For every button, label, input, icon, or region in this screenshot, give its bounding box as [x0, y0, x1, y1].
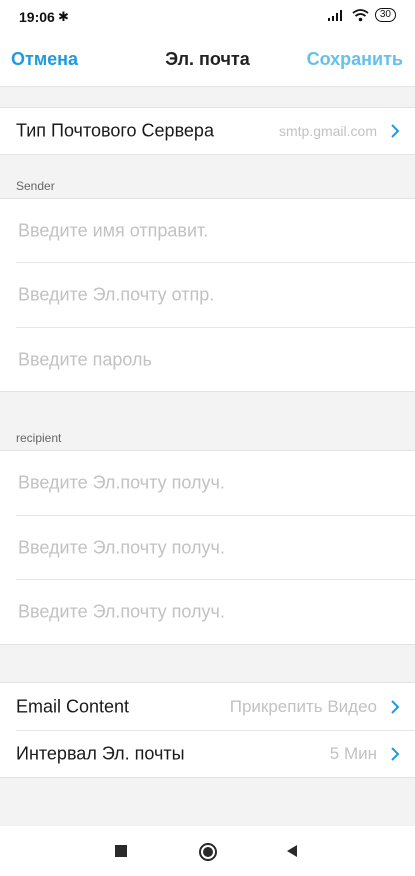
server-type-value: smtp.gmail.com	[278, 123, 377, 139]
save-button[interactable]: Сохранить	[307, 49, 403, 70]
back-icon[interactable]	[284, 843, 300, 859]
email-interval-row[interactable]: Интервал Эл. почты 5 Мин	[16, 731, 415, 777]
bluetooth-icon: ✱	[58, 9, 69, 24]
email-content-value: Прикрепить Видео	[229, 696, 377, 716]
recipient-group: Введите Эл.почту получ. Введите Эл.почту…	[0, 450, 415, 645]
battery-icon: 30	[374, 8, 396, 22]
stop-icon[interactable]	[114, 844, 128, 858]
recipient-section-label: recipient	[16, 431, 62, 445]
settings-group: Email Content Прикрепить Видео Интервал …	[0, 682, 415, 778]
email-interval-value: 5 Мин	[329, 744, 377, 763]
status-time: 19:06	[19, 9, 55, 25]
system-navigation-bar	[0, 826, 415, 876]
chevron-right-icon	[391, 747, 400, 761]
email-content-row[interactable]: Email Content Прикрепить Видео	[16, 683, 415, 731]
navigation-bar: Отмена Эл. почта Сохранить	[0, 34, 415, 87]
chevron-right-icon	[391, 699, 400, 714]
sender-section-label: Sender	[16, 179, 55, 193]
server-type-row[interactable]: Тип Почтового Сервера smtp.gmail.com	[16, 108, 415, 154]
sender-password-field[interactable]: Введите пароль	[16, 328, 415, 391]
sender-name-field[interactable]: Введите имя отправит.	[16, 199, 415, 263]
status-bar: 19:06 ✱ 30	[0, 0, 415, 34]
home-icon[interactable]	[197, 841, 219, 863]
recipient-email-field-1[interactable]: Введите Эл.почту получ.	[16, 451, 415, 516]
server-type-label: Тип Почтового Сервера	[16, 120, 214, 141]
signal-icon	[327, 10, 342, 21]
sender-email-field[interactable]: Введите Эл.почту отпр.	[16, 263, 415, 328]
recipient-email-placeholder: Введите Эл.почту получ.	[18, 537, 225, 557]
recipient-email-field-2[interactable]: Введите Эл.почту получ.	[16, 516, 415, 580]
chevron-right-icon	[391, 124, 400, 138]
sender-name-placeholder: Введите имя отправит.	[18, 220, 209, 240]
wifi-icon	[352, 8, 369, 21]
email-content-label: Email Content	[16, 696, 130, 716]
recipient-email-placeholder: Введите Эл.почту получ.	[18, 472, 225, 493]
server-group: Тип Почтового Сервера smtp.gmail.com	[0, 107, 415, 155]
sender-email-placeholder: Введите Эл.почту отпр.	[18, 284, 215, 305]
recipient-email-placeholder: Введите Эл.почту получ.	[18, 601, 225, 622]
sender-group: Введите имя отправит. Введите Эл.почту о…	[0, 198, 415, 392]
email-interval-label: Интервал Эл. почты	[16, 743, 185, 764]
recipient-email-field-3[interactable]: Введите Эл.почту получ.	[16, 580, 415, 644]
sender-password-placeholder: Введите пароль	[18, 349, 152, 369]
